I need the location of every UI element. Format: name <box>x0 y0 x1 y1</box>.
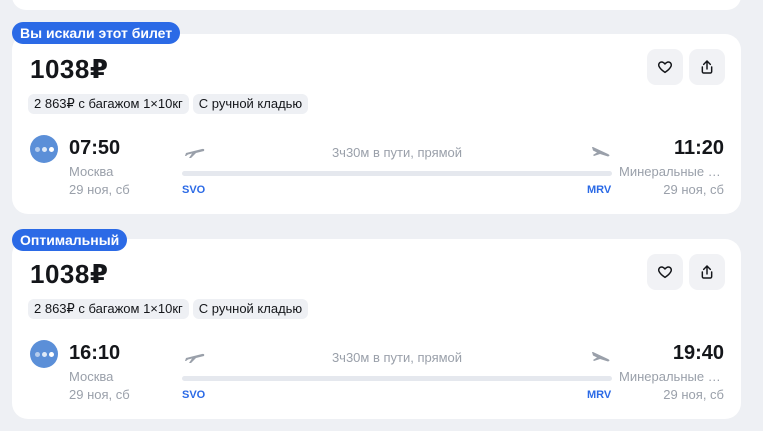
ticket-price: 1038₽ <box>30 259 109 289</box>
route-line <box>182 376 612 381</box>
arrival-city: Минеральные Воды <box>619 164 724 179</box>
share-button[interactable] <box>689 254 725 290</box>
departure-date: 29 ноя, сб <box>69 387 130 402</box>
departure-city: Москва <box>69 369 114 384</box>
plane-landing-icon <box>590 143 612 159</box>
favorite-button[interactable] <box>647 49 683 85</box>
departure-airport-code[interactable]: SVO <box>182 389 205 401</box>
airline-logo-icon <box>30 340 58 368</box>
hand-luggage-chip[interactable]: С ручной кладью <box>192 94 309 114</box>
ticket-price: 1038₽ <box>30 54 109 84</box>
departure-city: Москва <box>69 164 114 179</box>
plane-landing-icon <box>590 348 612 364</box>
departure-time: 07:50 <box>69 137 121 159</box>
arrival-time: 19:40 <box>672 342 724 364</box>
baggage-option-chip[interactable]: 2 863₽ с багажом 1×10кг <box>28 299 189 319</box>
airline-logo-icon <box>30 135 58 163</box>
share-icon <box>699 59 715 75</box>
fare-options: 2 863₽ с багажом 1×10кг С ручной кладью <box>28 94 309 114</box>
ticket-badge: Вы искали этот билет <box>12 22 181 44</box>
favorite-button[interactable] <box>647 254 683 290</box>
flight-duration: 3ч30м в пути, прямой <box>331 350 463 365</box>
departure-airport-code[interactable]: SVO <box>182 184 205 196</box>
previous-ticket-card <box>12 0 741 10</box>
route-line <box>182 171 612 176</box>
departure-date: 29 ноя, сб <box>69 182 130 197</box>
arrival-airport-code[interactable]: MRV <box>587 389 611 401</box>
arrival-date: 29 ноя, сб <box>663 387 724 402</box>
departure-time: 16:10 <box>69 342 121 364</box>
ticket-badge: Оптимальный <box>12 229 128 251</box>
arrival-city: Минеральные Воды <box>619 369 724 384</box>
arrival-date: 29 ноя, сб <box>663 182 724 197</box>
heart-icon <box>657 59 673 75</box>
share-icon <box>699 264 715 280</box>
fare-options: 2 863₽ с багажом 1×10кг С ручной кладью <box>28 299 309 319</box>
baggage-option-chip[interactable]: 2 863₽ с багажом 1×10кг <box>28 94 189 114</box>
heart-icon <box>657 264 673 280</box>
ticket-card[interactable]: 1038₽ 2 863₽ с багажом 1×10кг С ручной к… <box>12 239 741 419</box>
hand-luggage-chip[interactable]: С ручной кладью <box>192 299 309 319</box>
arrival-time: 11:20 <box>673 137 724 159</box>
share-button[interactable] <box>689 49 725 85</box>
ticket-card[interactable]: 1038₽ 2 863₽ с багажом 1×10кг С ручной к… <box>12 34 741 214</box>
flight-duration: 3ч30м в пути, прямой <box>331 145 463 160</box>
arrival-airport-code[interactable]: MRV <box>587 184 611 196</box>
